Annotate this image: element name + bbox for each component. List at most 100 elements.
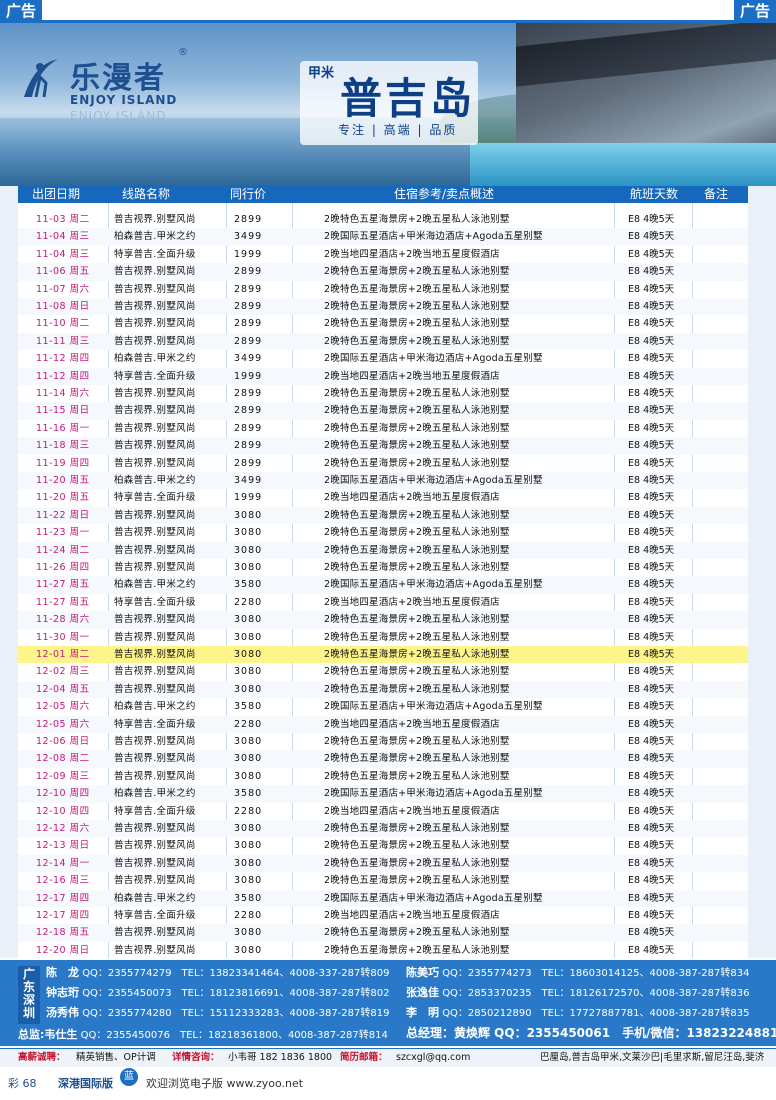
row-route: 普吉视界.别墅风尚 xyxy=(114,266,196,278)
page-number: 彩 68 xyxy=(8,1077,37,1090)
contact-entry: 陈 龙 QQ：2355774279 TEL：13823341464、4008-3… xyxy=(46,964,389,980)
table-row: 11-14 周六 普吉视界.别墅风尚 2899 2晚特色五星海景房+2晚五星私人泳池别… xyxy=(18,385,748,402)
row-flight: E8 4晚5天 xyxy=(628,753,675,765)
row-flight: E8 4晚5天 xyxy=(628,283,675,295)
table-row: 11-06 周五 普吉视界.别墅风尚 2899 2晚特色五星海景房+2晚五星私人泳池别… xyxy=(18,263,748,281)
resume-email[interactable]: szcxgl@qq.com xyxy=(396,1049,470,1067)
contact-info: QQ：2850212890 TEL：17727887781、4008-387-2… xyxy=(442,1008,750,1019)
table-row: 12-05 周六 柏森普吉.甲米之约 3580 2晚国际五星酒店+甲米海边酒店+Ago… xyxy=(18,698,748,715)
header-flight: 航班天数 xyxy=(630,187,679,201)
ad-label-right: 广告 xyxy=(733,0,776,22)
row-price: 3080 xyxy=(234,927,263,939)
page-footer: 彩 68 深港国际版 蓝 欢迎浏览电子版 www.zyoo.net xyxy=(0,1068,776,1100)
website-link[interactable]: 欢迎浏览电子版 www.zyoo.net xyxy=(146,1068,303,1100)
row-hotel: 2晚特色五星海景房+2晚五星私人泳池别墅 xyxy=(324,527,510,539)
title-tags: 专注 | 高端 | 品质 xyxy=(338,123,458,137)
row-price: 1999 xyxy=(234,492,263,504)
row-price: 3080 xyxy=(234,544,263,556)
edition-name: 深港国际版 xyxy=(58,1077,113,1090)
row-flight: E8 4晚5天 xyxy=(628,736,675,747)
table-row: 11-07 周六 普吉视界.别墅风尚 2899 2晚特色五星海景房+2晚五星私人泳池别… xyxy=(18,281,748,298)
row-hotel: 2晚特色五星海景房+2晚五星私人泳池别墅 xyxy=(324,440,510,452)
row-flight: E8 4晚5天 xyxy=(628,492,675,504)
row-flight: E8 4晚5天 xyxy=(628,422,675,434)
row-price: 2899 xyxy=(234,457,263,469)
ad-label-left: 广告 xyxy=(0,0,43,22)
row-price: 3080 xyxy=(234,666,263,678)
row-date: 11-28 周六 xyxy=(36,614,90,626)
row-date: 12-17 周四 xyxy=(36,892,90,904)
row-price: 3080 xyxy=(234,562,263,573)
row-flight: E8 4晚5天 xyxy=(628,631,675,643)
row-date: 12-18 周五 xyxy=(36,927,90,939)
row-date: 12-09 周三 xyxy=(36,770,90,782)
row-hotel: 2晚当地四星酒店+2晚当地五星度假酒店 xyxy=(324,805,500,817)
brand-logo: 乐漫者 ® ENJOY ISLAND ENJOY ISLAND xyxy=(18,47,208,127)
row-price: 2280 xyxy=(234,910,263,921)
row-date: 12-16 周三 xyxy=(36,875,90,887)
row-flight: E8 4晚5天 xyxy=(628,544,675,556)
row-price: 3080 xyxy=(234,857,263,869)
table-row: 11-10 周二 普吉视界.别墅风尚 2899 2晚特色五星海景房+2晚五星私人泳池别… xyxy=(18,315,748,332)
contact-entry: 李 明 QQ：2850212890 TEL：17727887781、4008-3… xyxy=(406,1004,749,1020)
row-route: 特享普吉.全面升级 xyxy=(114,370,196,382)
table-row: 11-26 周四 普吉视界.别墅风尚 3080 2晚特色五星海景房+2晚五星私人泳池别… xyxy=(18,559,748,576)
row-price: 3080 xyxy=(234,944,263,956)
row-price: 2899 xyxy=(234,440,263,452)
row-hotel: 2晚特色五星海景房+2晚五星私人泳池别墅 xyxy=(324,335,510,347)
row-date: 12-10 周四 xyxy=(36,788,90,800)
row-flight: E8 4晚5天 xyxy=(628,770,675,782)
row-hotel: 2晚特色五星海景房+2晚五星私人泳池别墅 xyxy=(324,649,510,660)
row-flight: E8 4晚5天 xyxy=(628,562,675,573)
table-row: 12-12 周六 普吉视界.别墅风尚 3080 2晚特色五星海景房+2晚五星私人泳池别… xyxy=(18,820,748,838)
row-date: 11-27 周五 xyxy=(36,579,90,591)
row-hotel: 2晚特色五星海景房+2晚五星私人泳池别墅 xyxy=(324,944,510,956)
row-hotel: 2晚当地四星酒店+2晚当地五星度假酒店 xyxy=(324,248,500,260)
row-flight: E8 4晚5天 xyxy=(628,840,675,852)
row-date: 12-04 周五 xyxy=(36,683,90,695)
row-route: 普吉视界.别墅风尚 xyxy=(114,927,196,939)
row-route: 普吉视界.别墅风尚 xyxy=(114,944,196,956)
row-date: 12-06 周日 xyxy=(36,736,90,747)
table-row: 12-10 周四 特享普吉.全面升级 2280 2晚当地四星酒店+2晚当地五星度假酒店… xyxy=(18,803,748,820)
row-date: 11-20 周五 xyxy=(36,475,90,486)
row-route: 普吉视界.别墅风尚 xyxy=(114,770,196,782)
row-route: 柏森普吉.甲米之约 xyxy=(114,701,196,713)
row-date: 11-11 周三 xyxy=(36,335,90,347)
contact-info: QQ：2355774280 TEL：15112333283、4008-387-2… xyxy=(82,1008,390,1019)
row-flight: E8 4晚5天 xyxy=(628,509,675,521)
contact-info: QQ：2355450073 TEL：18123816691、4008-387-2… xyxy=(82,988,390,999)
row-route: 普吉视界.别墅风尚 xyxy=(114,823,196,834)
row-price: 1999 xyxy=(234,370,263,382)
row-price: 2899 xyxy=(234,422,263,434)
contact-entry: 汤秀伟 QQ：2355774280 TEL：15112333283、4008-3… xyxy=(46,1004,389,1020)
row-date: 11-08 周日 xyxy=(36,301,90,312)
row-flight: E8 4晚5天 xyxy=(628,666,675,678)
row-hotel: 2晚特色五星海景房+2晚五星私人泳池别墅 xyxy=(324,857,510,869)
row-hotel: 2晚特色五星海景房+2晚五星私人泳池别墅 xyxy=(324,753,510,765)
header-price: 同行价 xyxy=(230,187,267,201)
row-flight: E8 4晚5天 xyxy=(628,788,675,800)
row-date: 11-22 周日 xyxy=(36,509,90,521)
contact-name: 汤秀伟 xyxy=(46,1006,79,1019)
row-flight: E8 4晚5天 xyxy=(628,701,675,713)
row-price: 3080 xyxy=(234,840,263,852)
row-price: 3580 xyxy=(234,579,263,591)
destination-title: 甲米 普吉岛 专注 | 高端 | 品质 xyxy=(300,61,478,145)
row-date: 12-12 周六 xyxy=(36,823,90,834)
hire-text: 精英销售、OP计调 xyxy=(76,1052,156,1063)
table-header: 出团日期 线路名称 同行价 住宿参考/卖点概述 航班天数 备注 xyxy=(18,186,748,203)
table-row: 11-08 周日 普吉视界.别墅风尚 2899 2晚特色五星海景房+2晚五星私人泳池别… xyxy=(18,298,748,316)
row-date: 11-14 周六 xyxy=(36,388,90,399)
row-price: 3499 xyxy=(234,231,263,243)
walking-people-icon xyxy=(24,59,58,98)
row-price: 2899 xyxy=(234,405,263,417)
row-flight: E8 4晚5天 xyxy=(628,353,675,365)
row-price: 3080 xyxy=(234,770,263,782)
row-hotel: 2晚特色五星海景房+2晚五星私人泳池别墅 xyxy=(324,875,510,887)
header-route: 线路名称 xyxy=(122,187,171,201)
hire-label: 高薪诚聘： xyxy=(18,1052,66,1063)
table-row: 12-09 周三 普吉视界.别墅风尚 3080 2晚特色五星海景房+2晚五星私人泳池别… xyxy=(18,768,748,785)
contact-panel: 广 东 深 圳 陈 龙 QQ：2355774279 TEL：1382334146… xyxy=(0,960,776,1046)
row-route: 特享普吉.全面升级 xyxy=(114,492,196,504)
